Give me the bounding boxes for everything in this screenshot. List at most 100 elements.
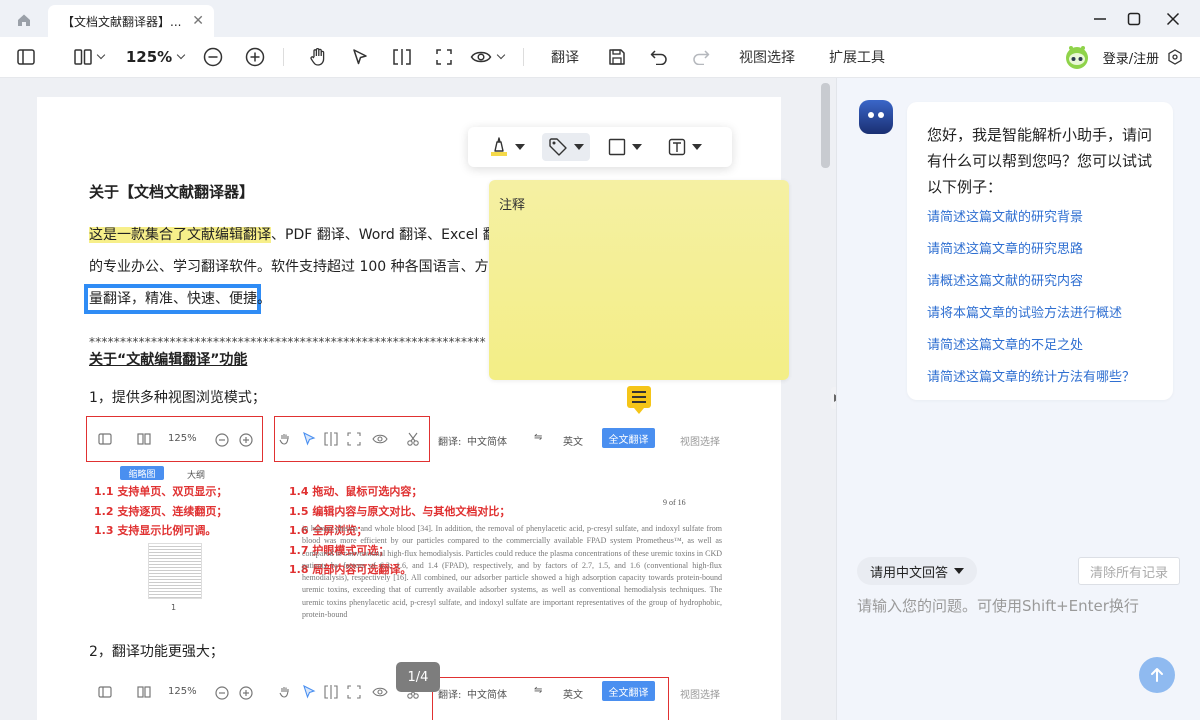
suggestion-link[interactable]: 请概述这篇文献的研究内容 xyxy=(927,270,1083,289)
shape-dropdown[interactable] xyxy=(600,133,650,161)
mini-view-select: 视图选择 xyxy=(680,437,720,448)
doc-paragraph-line1[interactable]: 这是一款集合了文献编辑翻译、PDF 翻译、Word 翻译、Excel 翻译、 xyxy=(89,224,525,244)
answer-language-label: 请用中文回答 xyxy=(870,565,949,581)
select-arrow-icon xyxy=(303,685,316,699)
tag-icon xyxy=(549,138,567,156)
highlighter-icon xyxy=(491,137,507,156)
feature-note: 1.3 支持显示比例可调。 xyxy=(94,524,217,537)
mini-zoom: 125% xyxy=(168,433,197,444)
chevron-down-icon xyxy=(496,50,506,60)
zoom-in-icon xyxy=(239,686,253,700)
sticky-note-text[interactable]: 注释 xyxy=(499,194,525,213)
mini-tab-outline: 大纲 xyxy=(187,471,206,481)
home-icon[interactable] xyxy=(8,6,40,34)
window-close-icon[interactable] xyxy=(1161,8,1185,30)
highlighted-text[interactable]: 这是一款集合了文献编辑翻译 xyxy=(89,227,271,243)
select-arrow-icon xyxy=(303,432,316,446)
suggestion-link[interactable]: 请简述这篇文章的不足之处 xyxy=(927,334,1083,353)
chevron-down-icon xyxy=(574,144,584,150)
vertical-scrollbar[interactable] xyxy=(821,83,830,168)
suggestion-link[interactable]: 请简述这篇文章的统计方法有哪些？ xyxy=(927,366,1135,385)
fullscreen-icon[interactable] xyxy=(432,37,456,77)
highlighter-dropdown[interactable] xyxy=(482,133,532,161)
assistant-message-bubble: 您好，我是智能解析小助手，请问有什么可以帮到您吗？您可以试试以下例子： 请简述这… xyxy=(907,102,1173,400)
mini-view-select: 视图选择 xyxy=(680,690,720,701)
translate-label: 翻译 xyxy=(551,50,579,66)
embedded-paper-text: in human plasma and whole blood [34]. In… xyxy=(302,524,722,620)
sticky-note[interactable]: 注释 xyxy=(489,180,789,380)
login-button[interactable]: 登录/注册 xyxy=(1100,37,1162,77)
maximize-icon[interactable] xyxy=(1122,8,1146,30)
two-page-icon xyxy=(137,433,151,445)
doc-paragraph-line3: 量翻译，精准、快速、便捷。 xyxy=(89,291,271,307)
zoom-out-icon xyxy=(215,686,229,700)
section-title: 关于“文献编辑翻译”功能 xyxy=(89,352,248,368)
suggestion-link[interactable]: 请将本篇文章的试验方法进行概述 xyxy=(927,302,1122,321)
suggestion-link[interactable]: 请简述这篇文献的研究背景 xyxy=(927,206,1083,225)
question-input[interactable] xyxy=(857,594,1187,618)
select-arrow-icon[interactable] xyxy=(348,37,372,77)
document-tab[interactable]: 【文档文献翻译器】... ✕ xyxy=(48,5,214,37)
compare-view-icon xyxy=(324,685,338,699)
send-button[interactable] xyxy=(1139,657,1175,693)
redo-icon[interactable] xyxy=(689,37,713,77)
view-select-button[interactable]: 视图选择 xyxy=(733,37,801,77)
list-item-2: 2，翻译功能更强大； xyxy=(89,644,224,660)
compare-view-icon xyxy=(324,432,338,446)
translate-button[interactable]: 翻译 xyxy=(546,37,584,77)
settings-hexagon-icon[interactable] xyxy=(1165,37,1185,77)
avatar[interactable] xyxy=(1062,37,1092,77)
compare-view-icon[interactable] xyxy=(390,37,414,77)
tab-title: 【文档文献翻译器】... xyxy=(62,14,182,29)
title-bar: 【文档文献翻译器】... ✕ xyxy=(0,0,1200,37)
chevron-down-icon xyxy=(632,144,642,150)
answer-language-select[interactable]: 请用中文回答 xyxy=(857,557,977,585)
tag-dropdown[interactable] xyxy=(542,133,590,161)
feature-note: 1.1 支持单页、双页显示； xyxy=(94,485,228,498)
eye-icon xyxy=(372,687,388,697)
zoom-out-icon[interactable] xyxy=(201,37,225,77)
thumb-page-number: 1 xyxy=(171,603,177,612)
eye-icon xyxy=(372,434,388,444)
save-icon[interactable] xyxy=(605,37,629,77)
page-indicator: 1/4 xyxy=(396,662,440,692)
minimize-icon[interactable] xyxy=(1088,8,1112,30)
robot-avatar-icon xyxy=(859,100,893,134)
suggestion-link[interactable]: 请简述这篇文章的研究思路 xyxy=(927,238,1083,257)
chevron-down-icon xyxy=(692,144,702,150)
feature-note: 1.4 拖动、鼠标可选内容； xyxy=(289,485,423,498)
document-viewer[interactable]: 关于【文档文献翻译器】 这是一款集合了文献编辑翻译、PDF 翻译、Word 翻译… xyxy=(0,78,836,720)
toolbar-divider xyxy=(523,48,524,66)
eye-mode-dropdown[interactable] xyxy=(468,37,506,77)
mini-source-lang: 中文简体 xyxy=(467,437,507,448)
clear-history-button[interactable]: 清除所有记录 xyxy=(1078,557,1180,585)
page-thumbnail xyxy=(148,543,202,599)
view-select-label: 视图选择 xyxy=(739,50,795,66)
divider-stars: ****************************************… xyxy=(89,335,486,349)
undo-icon[interactable] xyxy=(647,37,671,77)
extensions-button[interactable]: 扩展工具 xyxy=(823,37,891,77)
note-comment-icon[interactable] xyxy=(627,386,651,408)
textbox-dropdown[interactable] xyxy=(660,133,710,161)
chevron-down-icon xyxy=(954,568,965,574)
doc-paragraph-line2: 的专业办公、学习翻译软件。软件支持超过 100 种各国语言、方言的 xyxy=(89,259,517,275)
zoom-dropdown[interactable]: 125% xyxy=(124,37,186,77)
close-icon[interactable]: ✕ xyxy=(192,13,204,29)
zoom-in-icon[interactable] xyxy=(243,37,267,77)
chevron-down-icon xyxy=(96,50,106,60)
login-label: 登录/注册 xyxy=(1102,51,1160,67)
sidebar-toggle-icon xyxy=(98,686,112,698)
two-page-icon xyxy=(137,686,151,698)
red-annotation-box xyxy=(432,677,669,720)
scissors-icon xyxy=(407,432,419,446)
rectangle-icon xyxy=(608,138,626,156)
mini-full-translate-button: 全文翻译 xyxy=(602,428,655,448)
hand-tool-icon[interactable] xyxy=(305,37,331,77)
zoom-out-icon xyxy=(215,433,229,447)
feature-note: 1.5 编辑内容与原文对比、与其他文档对比； xyxy=(289,504,511,518)
mini-translate-label: 翻译: xyxy=(438,437,462,448)
sidebar-toggle-icon[interactable] xyxy=(12,37,40,77)
mini-zoom: 125% xyxy=(168,686,197,697)
swap-icon: ⇋ xyxy=(534,432,543,443)
page-layout-dropdown[interactable] xyxy=(68,37,110,77)
